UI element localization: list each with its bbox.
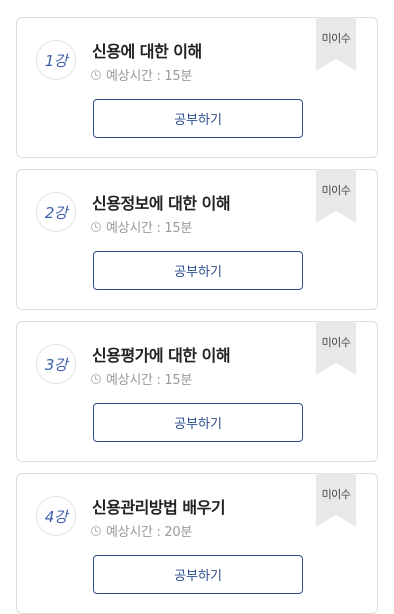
lesson-card-2: 2강 신용정보에 대한 이해 예상시간 : 15분 공부하기 미이수 bbox=[16, 169, 378, 310]
clock-icon bbox=[91, 221, 101, 232]
lesson-time-text: 예상시간 : 15분 bbox=[106, 69, 192, 84]
lesson-title: 신용관리방법 배우기 bbox=[92, 498, 226, 517]
status-ribbon: 미이수 bbox=[316, 169, 356, 223]
status-ribbon-label: 미이수 bbox=[321, 184, 351, 197]
status-ribbon-label: 미이수 bbox=[321, 336, 351, 349]
lesson-number-badge: 1강 bbox=[36, 40, 76, 80]
lesson-time: 예상시간 : 15분 bbox=[91, 369, 192, 388]
lesson-card-3: 3강 신용평가에 대한 이해 예상시간 : 15분 공부하기 미이수 bbox=[16, 321, 378, 462]
status-ribbon-label: 미이수 bbox=[321, 488, 351, 501]
status-ribbon: 미이수 bbox=[316, 17, 356, 71]
study-button[interactable]: 공부하기 bbox=[93, 555, 303, 594]
lesson-card-1: 1강 신용에 대한 이해 예상시간 : 15분 공부하기 미이수 bbox=[16, 17, 378, 158]
clock-icon bbox=[91, 525, 101, 536]
clock-icon bbox=[91, 69, 101, 80]
lesson-number-badge: 2강 bbox=[36, 192, 76, 232]
study-button[interactable]: 공부하기 bbox=[93, 403, 303, 442]
lesson-time: 예상시간 : 15분 bbox=[91, 217, 192, 236]
lesson-number-badge: 4강 bbox=[36, 496, 76, 536]
lesson-time: 예상시간 : 15분 bbox=[91, 65, 192, 84]
lesson-number-badge: 3강 bbox=[36, 344, 76, 384]
lesson-time-text: 예상시간 : 15분 bbox=[106, 373, 192, 388]
study-button[interactable]: 공부하기 bbox=[93, 251, 303, 290]
lesson-title: 신용에 대한 이해 bbox=[92, 42, 202, 61]
lesson-time: 예상시간 : 20분 bbox=[91, 521, 192, 540]
clock-icon bbox=[91, 373, 101, 384]
lesson-time-text: 예상시간 : 15분 bbox=[106, 221, 192, 236]
status-ribbon: 미이수 bbox=[316, 473, 356, 527]
lesson-time-text: 예상시간 : 20분 bbox=[106, 525, 192, 540]
lesson-title: 신용평가에 대한 이해 bbox=[92, 346, 231, 365]
status-ribbon: 미이수 bbox=[316, 321, 356, 375]
lesson-title: 신용정보에 대한 이해 bbox=[92, 194, 231, 213]
lesson-card-4: 4강 신용관리방법 배우기 예상시간 : 20분 공부하기 미이수 bbox=[16, 473, 378, 614]
status-ribbon-label: 미이수 bbox=[321, 32, 351, 45]
study-button[interactable]: 공부하기 bbox=[93, 99, 303, 138]
